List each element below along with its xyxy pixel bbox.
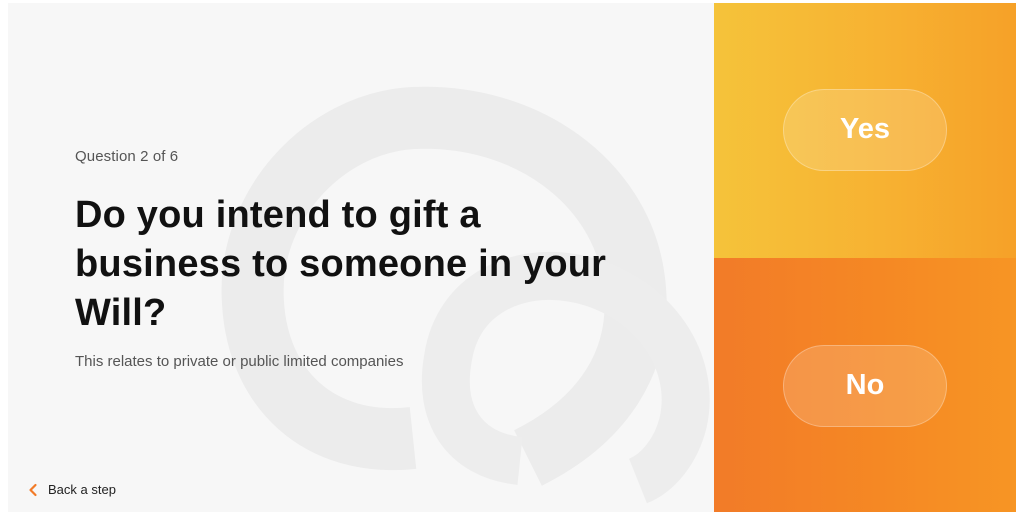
question-help-text: This relates to private or public limite… (75, 353, 404, 370)
no-button[interactable]: No (783, 344, 947, 427)
yes-answer-panel[interactable]: Yes (714, 3, 1016, 258)
back-step-label: Back a step (48, 482, 116, 497)
chevron-left-icon (29, 483, 37, 496)
answer-options: Yes No (714, 3, 1016, 512)
question-title: Do you intend to gift a business to some… (75, 194, 607, 334)
question-screen: Question 2 of 6 Do you intend to gift a … (8, 3, 1016, 512)
question-counter: Question 2 of 6 (75, 148, 179, 165)
no-answer-panel[interactable]: No (714, 258, 1016, 512)
yes-button[interactable]: Yes (783, 88, 947, 171)
back-step-link[interactable]: Back a step (28, 482, 116, 497)
question-panel: Question 2 of 6 Do you intend to gift a … (8, 3, 714, 512)
